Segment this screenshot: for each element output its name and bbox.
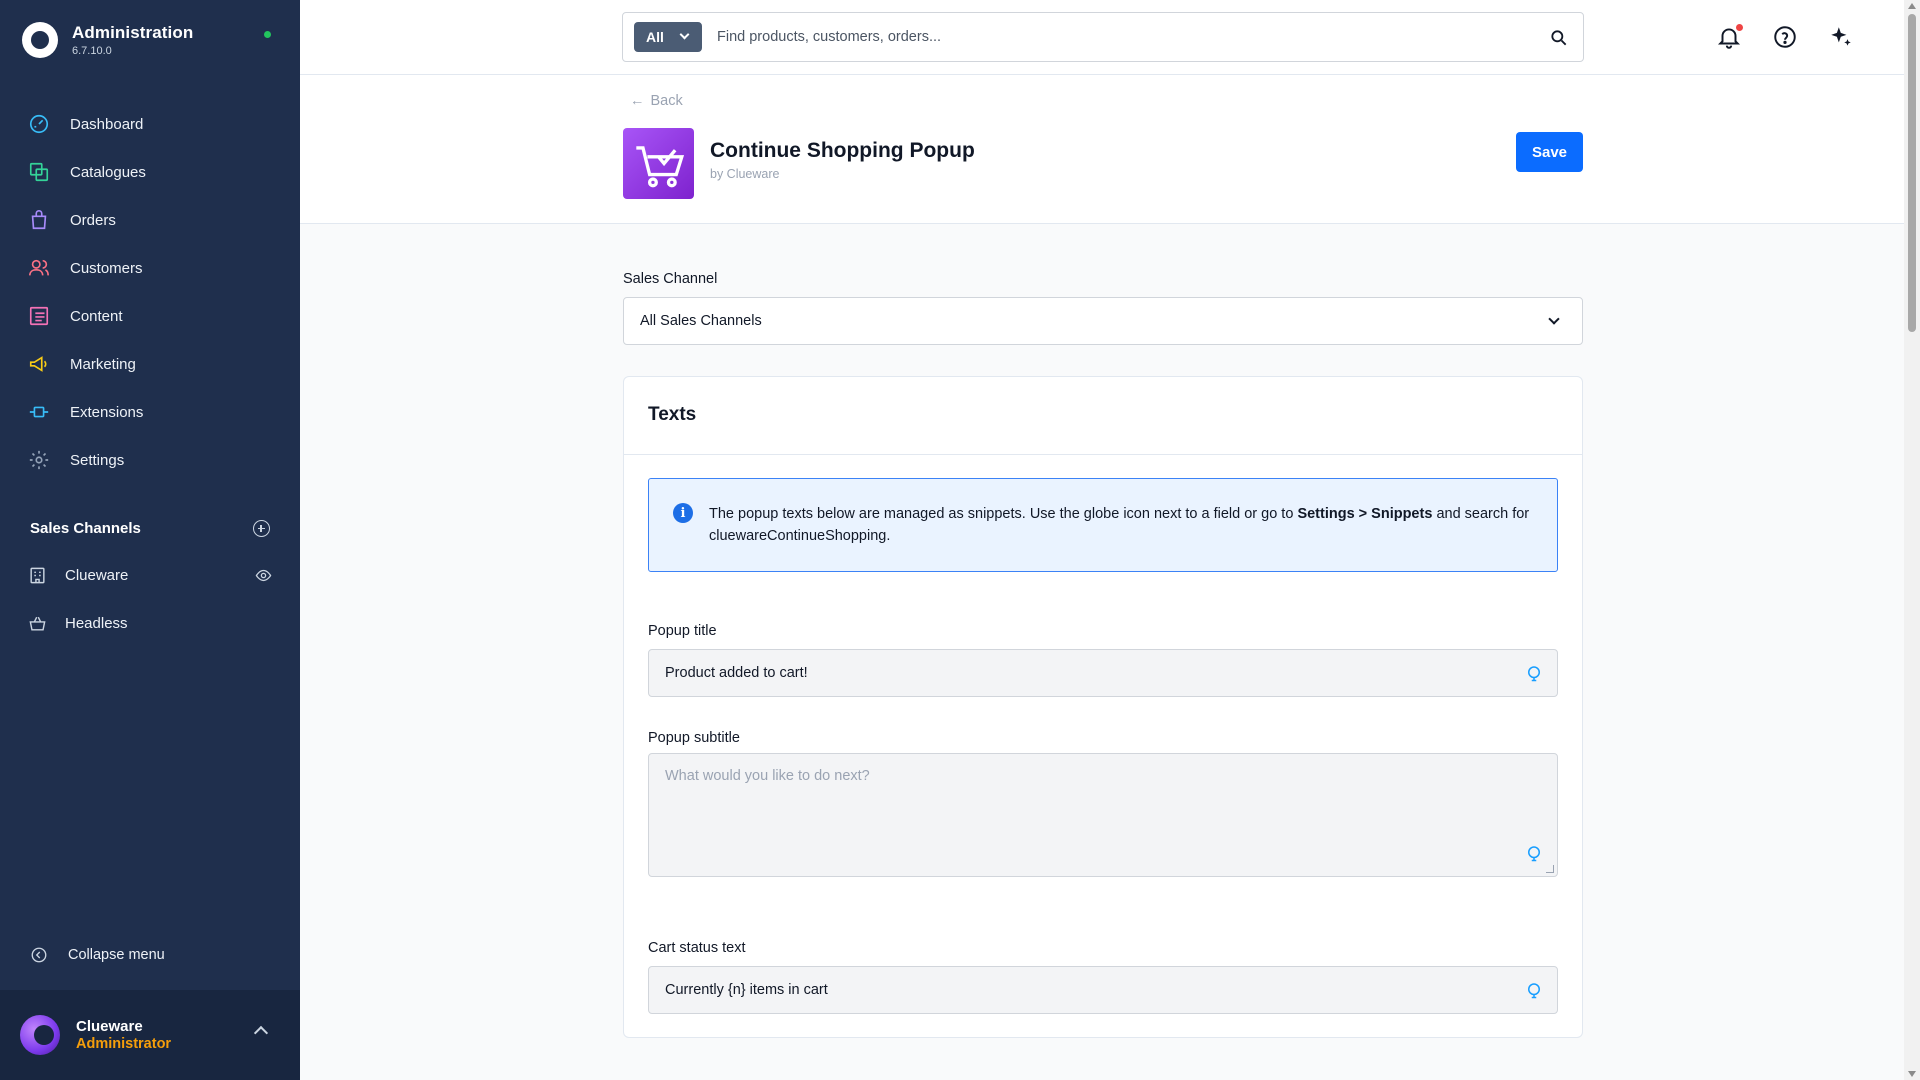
sidebar-item-label: Headless (65, 614, 128, 632)
scrollbar[interactable] (1904, 0, 1920, 1080)
avatar (20, 1015, 60, 1055)
sidebar-item-clueware[interactable]: Clueware (28, 555, 272, 595)
sales-channel-value: All Sales Channels (640, 313, 762, 329)
gear-icon (29, 450, 49, 470)
status-online-icon (264, 31, 271, 38)
app-author: by Clueware (710, 167, 780, 181)
sidebar-item-label: Customers (70, 259, 143, 277)
info-text-part: The popup texts below are managed as sni… (709, 506, 1294, 522)
sidebar-item-headless[interactable]: Headless (28, 603, 272, 643)
collapse-menu-label: Collapse menu (68, 947, 165, 963)
globe-icon[interactable] (1525, 664, 1543, 682)
info-alert: i The popup texts below are managed as s… (648, 478, 1558, 572)
chevron-down-icon (1548, 313, 1560, 325)
brand: Administration 6.7.10.0 (22, 22, 193, 58)
app-icon (623, 128, 694, 199)
sidebar-item-label: Catalogues (70, 163, 146, 181)
cart-status-value: Currently {n} items in cart (665, 982, 828, 998)
eye-icon[interactable] (255, 567, 272, 584)
sidebar-item-extensions[interactable]: Extensions (0, 388, 300, 436)
shopware-logo-icon (22, 22, 58, 58)
popup-title-label: Popup title (648, 623, 717, 639)
search-scope-label: All (646, 29, 664, 45)
catalogue-icon (29, 162, 49, 182)
popup-subtitle-label: Popup subtitle (648, 730, 740, 746)
texts-card: Texts i The popup texts below are manage… (623, 376, 1583, 1038)
info-text-bold: Settings > Snippets (1297, 506, 1433, 522)
sales-channels-header: Sales Channels (30, 520, 270, 537)
cart-status-field[interactable]: Currently {n} items in cart (648, 966, 1558, 1014)
divider (624, 454, 1582, 455)
popup-subtitle-placeholder: What would you like to do next? (665, 768, 870, 784)
sidebar-item-settings[interactable]: Settings (0, 436, 300, 484)
sidebar-item-catalogues[interactable]: Catalogues (0, 148, 300, 196)
save-button[interactable]: Save (1516, 132, 1583, 172)
search-input[interactable] (717, 25, 1497, 49)
dashboard-gauge-icon (29, 114, 49, 134)
shopping-bag-icon (31, 210, 47, 230)
popup-subtitle-field[interactable]: What would you like to do next? (648, 753, 1558, 877)
notification-badge (1736, 24, 1743, 31)
sidebar-item-label: Content (70, 307, 123, 325)
popup-title-field[interactable]: Product added to cart! (648, 649, 1558, 697)
sidebar-item-content[interactable]: Content (0, 292, 300, 340)
card-title: Texts (648, 404, 697, 425)
cart-status-label: Cart status text (648, 940, 746, 956)
add-sales-channel-icon[interactable] (253, 520, 270, 537)
sidebar-item-customers[interactable]: Customers (0, 244, 300, 292)
info-text: The popup texts below are managed as sni… (709, 503, 1539, 547)
plug-icon (29, 406, 49, 418)
chevron-left-circle-icon (31, 947, 47, 963)
resize-handle[interactable] (1546, 865, 1554, 873)
sidebar-item-label: Orders (70, 211, 116, 229)
chevron-up-icon[interactable] (253, 1025, 269, 1041)
main-nav: Dashboard Catalogues Orders Customers Co… (0, 100, 300, 484)
sidebar-item-marketing[interactable]: Marketing (0, 340, 300, 388)
sidebar-item-label: Marketing (70, 355, 136, 373)
search-icon[interactable] (1549, 28, 1569, 48)
page-title: Continue Shopping Popup (710, 139, 975, 162)
sales-channel-select[interactable]: All Sales Channels (623, 297, 1583, 345)
content-layout-icon (29, 306, 49, 326)
scroll-down-icon[interactable] (1908, 1071, 1916, 1077)
sparkles-ai-icon[interactable] (1828, 24, 1854, 50)
global-search: All (622, 12, 1584, 62)
users-icon (29, 259, 49, 276)
arrow-left-icon: ← (630, 93, 645, 109)
user-menu[interactable]: Clueware Administrator (0, 990, 300, 1080)
popup-title-value: Product added to cart! (665, 665, 808, 681)
basket-icon (29, 616, 46, 631)
collapse-menu-button[interactable]: Collapse menu (30, 946, 165, 964)
shopping-cart-icon (636, 146, 685, 188)
storefront-icon (30, 567, 45, 583)
sales-channel-label: Sales Channel (623, 271, 718, 287)
top-bar: All (300, 0, 1920, 75)
search-scope-dropdown[interactable]: All (634, 22, 702, 52)
sidebar-item-orders[interactable]: Orders (0, 196, 300, 244)
user-name: Clueware (76, 1018, 143, 1035)
sidebar-item-dashboard[interactable]: Dashboard (0, 100, 300, 148)
sidebar-item-label: Clueware (65, 566, 129, 584)
sidebar-item-label: Extensions (70, 403, 144, 421)
sidebar: Administration 6.7.10.0 Dashboard Catalo… (0, 0, 300, 1080)
app-version: 6.7.10.0 (72, 45, 112, 57)
app-title: Administration (72, 23, 194, 42)
sidebar-item-label: Settings (70, 451, 125, 469)
chevron-down-icon (679, 29, 690, 40)
page-header: ← Back Continue Shopping Popup by Cluewa… (300, 75, 1920, 224)
sidebar-item-label: Dashboard (70, 115, 144, 133)
user-role: Administrator (76, 1036, 172, 1052)
globe-icon[interactable] (1525, 844, 1543, 862)
scroll-up-icon[interactable] (1908, 3, 1916, 9)
info-icon: i (673, 503, 693, 523)
back-label: Back (650, 93, 683, 109)
sales-channels-title: Sales Channels (30, 520, 141, 537)
globe-icon[interactable] (1525, 981, 1543, 999)
scroll-thumb[interactable] (1908, 14, 1916, 332)
back-link[interactable]: ← Back (630, 93, 683, 109)
megaphone-icon (29, 356, 47, 372)
help-icon[interactable] (1772, 24, 1798, 50)
